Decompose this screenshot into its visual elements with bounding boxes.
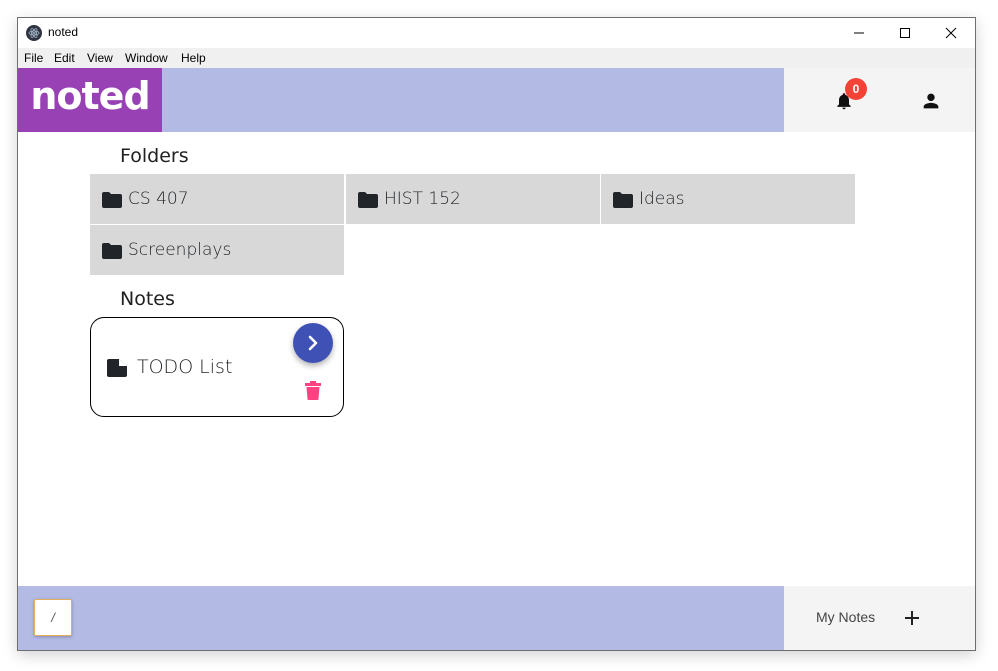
menu-help[interactable]: Help <box>181 51 206 65</box>
delete-trash-icon[interactable] <box>305 381 321 400</box>
document-icon <box>107 359 127 377</box>
current-path-field[interactable]: / <box>34 599 72 636</box>
folder-label: HIST 152 <box>384 189 461 209</box>
user-account-icon[interactable] <box>920 90 942 112</box>
folder-label: CS 407 <box>128 189 189 209</box>
folders-heading: Folders <box>120 145 189 167</box>
minimize-button[interactable] <box>836 18 882 48</box>
note-title: TODO List <box>137 356 233 378</box>
folder-label: Ideas <box>639 189 685 209</box>
plus-icon[interactable] <box>902 608 922 628</box>
open-note-button[interactable] <box>293 323 333 363</box>
folder-item[interactable]: CS 407 <box>90 174 344 224</box>
app-logo[interactable]: noted <box>18 68 162 132</box>
folder-label: Screenplays <box>128 240 232 260</box>
header-actions: 0 <box>784 68 975 132</box>
menu-bar: File Edit View Window Help <box>18 48 975 68</box>
folder-icon <box>102 243 122 259</box>
folder-icon <box>358 192 378 208</box>
maximize-button[interactable] <box>882 18 928 48</box>
chevron-right-icon <box>308 335 318 351</box>
folder-item[interactable]: Screenplays <box>90 225 344 275</box>
menu-window[interactable]: Window <box>125 51 168 65</box>
folder-item[interactable]: Ideas <box>601 174 855 224</box>
footer-actions: My Notes <box>784 586 975 650</box>
my-notes-label[interactable]: My Notes <box>816 609 875 625</box>
folder-item[interactable]: HIST 152 <box>346 174 600 224</box>
minimize-icon <box>854 32 864 34</box>
app-window: noted File Edit View Window Help noted 0… <box>17 17 976 651</box>
menu-file[interactable]: File <box>24 51 43 65</box>
window-title: noted <box>48 25 79 39</box>
menu-edit[interactable]: Edit <box>54 51 75 65</box>
note-card[interactable]: TODO List <box>90 317 344 417</box>
title-bar: noted <box>18 18 975 48</box>
folder-icon <box>613 192 633 208</box>
app-header: noted 0 <box>18 68 975 132</box>
notes-heading: Notes <box>120 288 175 310</box>
menu-view[interactable]: View <box>87 51 113 65</box>
close-icon <box>945 27 957 39</box>
folder-icon <box>102 192 122 208</box>
electron-app-icon <box>26 25 42 41</box>
close-button[interactable] <box>928 18 974 48</box>
notification-count-badge: 0 <box>845 78 867 100</box>
maximize-icon <box>900 28 910 38</box>
app-footer: / My Notes <box>18 586 975 650</box>
